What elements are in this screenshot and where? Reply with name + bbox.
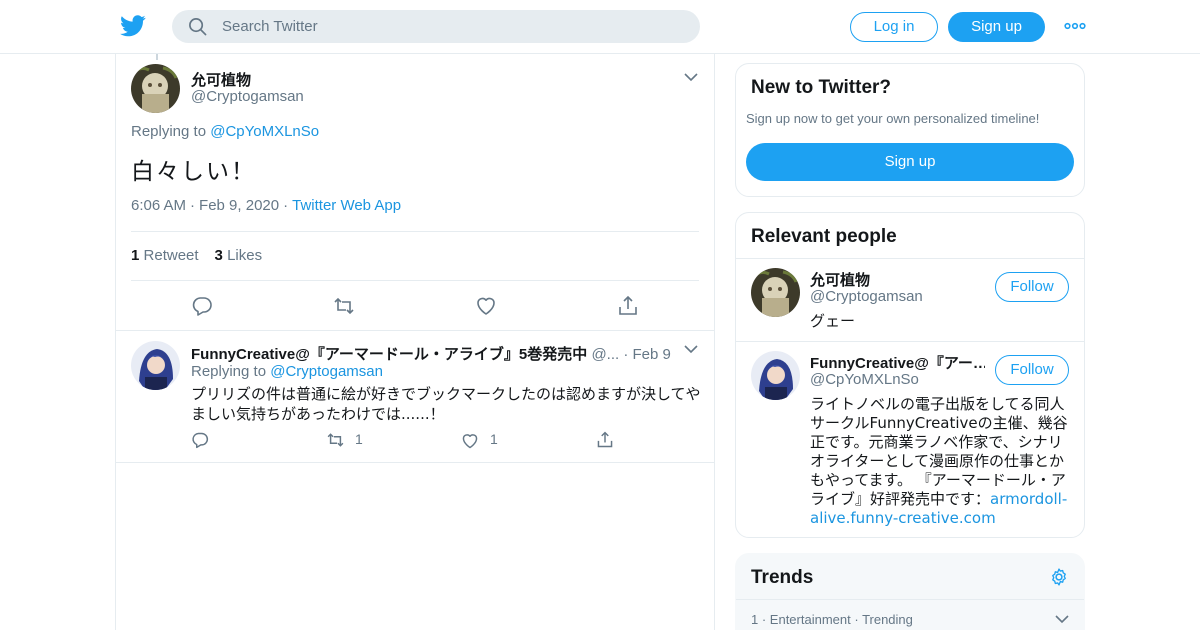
signup-button[interactable]: Sign up [948,12,1045,42]
author-handle[interactable]: @Cryptogamsan [191,88,304,105]
like-heart-icon[interactable] [475,295,497,317]
card-title: Relevant people [751,226,897,247]
login-button[interactable]: Log in [850,12,938,42]
reply-text: プリリズの件は普通に絵が好きでブックマークしたのは認めますが決してやましい気持ち… [191,385,701,423]
tweet-time[interactable]: 6:06 AM [131,197,186,214]
likes-count: 3 [214,247,223,264]
follow-button[interactable]: Follow [995,272,1069,302]
reply-author-handle[interactable]: @... [591,346,619,363]
reply-retweet-count: 1 [355,431,363,447]
focused-tweet: 允可植物 @Cryptogamsan Replying to @CpYoMXLn… [116,54,714,331]
new-to-twitter-card: New to Twitter? Sign up now to get your … [735,63,1085,197]
replying-to: Replying to @CpYoMXLnSo [131,123,319,140]
top-bar: Log in Sign up [0,0,1200,54]
retweet-count: 1 [131,247,140,264]
retweet-icon[interactable] [326,431,345,449]
person-handle[interactable]: @Cryptogamsan [810,288,923,305]
trend-item-meta[interactable]: 1 · Entertainment · Trending [751,612,913,627]
card-subtitle: Sign up now to get your own personalized… [746,111,1040,126]
divider [736,599,1084,600]
tweet-text: 白々しい！ [131,159,256,185]
replying-to-link[interactable]: @CpYoMXLnSo [210,123,319,140]
retweet-icon[interactable] [333,295,355,317]
card-title: Trends [751,567,814,588]
replying-to: Replying to @Cryptogamsan [191,363,383,380]
divider [736,341,1084,342]
tweet-meta: 6:06 AM · Feb 9, 2020 · Twitter Web App [131,197,402,214]
tweet-source-link[interactable]: Twitter Web App [292,197,401,214]
avatar[interactable] [131,341,180,390]
tweet-date[interactable]: Feb 9, 2020 [199,197,279,214]
chevron-down-icon[interactable] [684,344,698,354]
avatar[interactable] [751,268,800,317]
like-heart-icon[interactable] [461,432,479,450]
chevron-down-icon[interactable] [1055,614,1069,624]
follow-button[interactable]: Follow [995,355,1069,385]
person-name[interactable]: 允可植物 [810,269,870,290]
card-title: New to Twitter? [751,77,892,98]
reply-header: FunnyCreative@『アーマードール・アライブ』5巻発売中 @... ·… [191,346,671,363]
replying-to-link[interactable]: @Cryptogamsan [270,363,383,380]
person-name[interactable]: FunnyCreative@『アー… [810,352,985,373]
reply-tweet[interactable]: FunnyCreative@『アーマードール・アライブ』5巻発売中 @... ·… [116,331,714,463]
sidebar-signup-button[interactable]: Sign up [746,143,1074,181]
retweet-label: Retweet [143,247,199,264]
retweet-stat[interactable]: 1 Retweet [131,247,199,264]
more-options-icon[interactable] [1064,18,1086,34]
reply-icon[interactable] [191,431,209,449]
divider [131,231,699,232]
reply-time[interactable]: Feb 9 [633,346,671,363]
avatar[interactable] [751,351,800,400]
chevron-down-icon[interactable] [684,72,698,82]
avatar[interactable] [131,64,180,113]
gear-icon[interactable] [1049,567,1069,587]
share-icon[interactable] [596,431,614,449]
replying-prefix: Replying to [131,123,211,140]
reply-author-name[interactable]: FunnyCreative@『アーマードール・アライブ』5巻発売中 [191,346,587,363]
trend-status: Trending [862,612,913,627]
timeline-column: 允可植物 @Cryptogamsan Replying to @CpYoMXLn… [115,54,715,630]
reply-icon[interactable] [191,295,213,317]
divider [131,280,699,281]
relevant-people-card: Relevant people 允可植物 @Cryptogamsan グェー F… [735,212,1085,538]
trends-card: Trends 1 · Entertainment · Trending [735,553,1085,630]
tweet-stats: 1 Retweet 3 Likes [131,247,262,264]
author-name[interactable]: 允可植物 [191,69,251,90]
replying-prefix: Replying to [191,363,271,380]
share-icon[interactable] [617,295,639,317]
person-bio: ライトノベルの電子出版をしてる同人サークルFunnyCreativeの主催、幾谷… [810,395,1072,528]
twitter-logo-icon[interactable] [120,14,146,38]
trend-category: Entertainment [769,612,851,627]
search-bar[interactable] [172,10,700,43]
likes-stat[interactable]: 3 Likes [215,247,263,264]
divider [736,258,1084,259]
person-bio: グェー [810,312,856,330]
search-icon [189,18,207,36]
person-handle[interactable]: @CpYoMXLnSo [810,371,919,388]
likes-label: Likes [227,247,263,264]
search-input[interactable] [222,10,682,43]
trend-rank: 1 [751,612,759,627]
reply-like-count: 1 [490,431,498,447]
